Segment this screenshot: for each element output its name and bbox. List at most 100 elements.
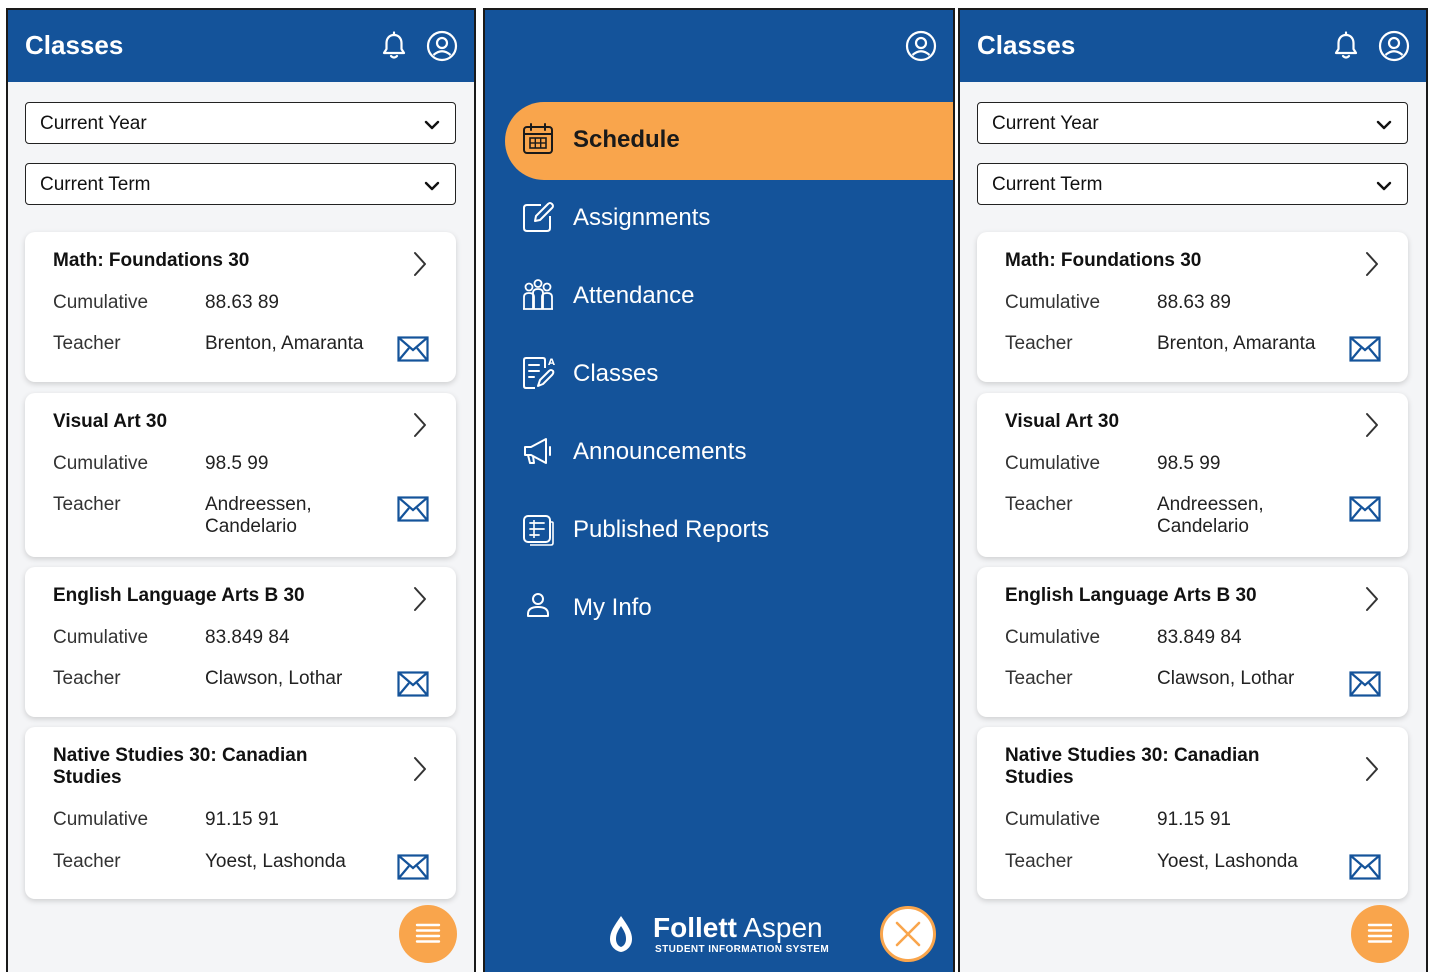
menu-item-attendance[interactable]: Attendance	[505, 258, 953, 336]
chevron-right-icon	[1362, 585, 1382, 613]
class-name: Math: Foundations 30	[1005, 250, 1202, 271]
app-header: Classes	[8, 10, 474, 82]
class-name: English Language Arts B 30	[1005, 585, 1257, 606]
cumulative-label: Cumulative	[53, 292, 149, 313]
menu-item-schedule[interactable]: Schedule	[505, 102, 953, 180]
year-select-value: Current Year	[992, 113, 1099, 134]
follett-logo-icon	[610, 916, 632, 952]
teacher-name: Clawson, Lothar	[1157, 668, 1295, 689]
teacher-label: Teacher	[53, 851, 121, 872]
cumulative-value: 91.15 91	[205, 809, 279, 830]
chevron-right-icon	[1362, 250, 1382, 278]
class-card[interactable]: English Language Arts B 30 Cumulative 83…	[977, 567, 1408, 717]
cumulative-value: 88.63 89	[1157, 292, 1231, 313]
teacher-label: Teacher	[53, 333, 121, 354]
edit-icon	[523, 202, 554, 232]
chevron-down-icon	[423, 116, 441, 134]
menu-item-label: Announcements	[573, 438, 747, 465]
brand-name: Follett Aspen	[653, 912, 823, 944]
cumulative-label: Cumulative	[1005, 809, 1101, 830]
bell-icon[interactable]	[1330, 30, 1362, 62]
class-card[interactable]: Math: Foundations 30 Cumulative 88.63 89…	[977, 232, 1408, 382]
teacher-label: Teacher	[53, 668, 121, 689]
cumulative-label: Cumulative	[53, 627, 149, 648]
teacher-name: Brenton, Amaranta	[205, 333, 364, 354]
class-name: Visual Art 30	[1005, 411, 1120, 432]
user-profile-icon[interactable]	[1378, 30, 1410, 62]
follett-aspen-logo: Follett Aspen STUDENT INFORMATION SYSTEM	[607, 910, 847, 960]
page-title: Classes	[977, 30, 1076, 60]
term-select-value: Current Term	[40, 174, 151, 195]
menu-item-label: Published Reports	[573, 516, 770, 543]
mail-icon[interactable]	[1349, 496, 1381, 522]
cumulative-value: 88.63 89	[205, 292, 279, 313]
app-header: Classes	[960, 10, 1426, 82]
class-card[interactable]: Visual Art 30 Cumulative 98.5 99 Teacher…	[25, 393, 456, 557]
mail-icon[interactable]	[1349, 854, 1381, 880]
brand-subtitle: STUDENT INFORMATION SYSTEM	[655, 944, 830, 955]
class-card[interactable]: English Language Arts B 30 Cumulative 83…	[25, 567, 456, 717]
cumulative-value: 98.5 99	[1157, 453, 1221, 474]
bell-icon[interactable]	[378, 30, 410, 62]
class-card[interactable]: Math: Foundations 30 Cumulative 88.63 89…	[25, 232, 456, 382]
classes-panel-left: Classes Current Year Current Term Math: …	[6, 8, 476, 972]
menu-item-assignments[interactable]: Assignments	[505, 180, 953, 258]
cumulative-label: Cumulative	[53, 809, 149, 830]
navigation-menu-panel: Schedule Assignments Attendance A Classe…	[483, 8, 955, 972]
year-select[interactable]: Current Year	[25, 102, 456, 144]
cumulative-value: 91.15 91	[1157, 809, 1231, 830]
teacher-label: Teacher	[1005, 851, 1073, 872]
classes-panel-right: Classes Current Year Current Term Math: …	[958, 8, 1428, 972]
mail-icon[interactable]	[397, 671, 429, 697]
calendar-icon	[523, 123, 553, 154]
menu-item-label: Schedule	[573, 126, 680, 153]
menu-item-classes[interactable]: A Classes	[505, 336, 953, 414]
cumulative-value: 83.849 84	[1157, 627, 1242, 648]
year-select-value: Current Year	[40, 113, 147, 134]
mail-icon[interactable]	[397, 336, 429, 362]
mail-icon[interactable]	[1349, 336, 1381, 362]
class-name: English Language Arts B 30	[53, 585, 305, 606]
menu-item-published-reports[interactable]: Published Reports	[505, 492, 953, 570]
class-name: Native Studies 30: Canadian Studies	[1005, 745, 1260, 788]
chevron-right-icon	[410, 585, 430, 613]
teacher-label: Teacher	[1005, 333, 1073, 354]
teacher-name: Yoest, Lashonda	[1157, 851, 1298, 872]
mail-icon[interactable]	[397, 854, 429, 880]
cumulative-label: Cumulative	[1005, 627, 1101, 648]
chevron-down-icon	[423, 177, 441, 195]
teacher-name: Andreessen, Candelario	[1157, 494, 1264, 537]
class-card[interactable]: Native Studies 30: Canadian Studies Cumu…	[25, 727, 456, 899]
close-menu-button[interactable]	[880, 906, 936, 962]
menu-item-my-info[interactable]: My Info	[505, 570, 953, 648]
teacher-name: Brenton, Amaranta	[1157, 333, 1316, 354]
cumulative-label: Cumulative	[1005, 453, 1101, 474]
menu-item-label: My Info	[573, 594, 652, 621]
term-select[interactable]: Current Term	[977, 163, 1408, 205]
class-card[interactable]: Visual Art 30 Cumulative 98.5 99 Teacher…	[977, 393, 1408, 557]
teacher-name: Clawson, Lothar	[205, 668, 343, 689]
mail-icon[interactable]	[1349, 671, 1381, 697]
menu-item-label: Attendance	[573, 282, 695, 309]
cumulative-label: Cumulative	[53, 453, 149, 474]
list-menu-icon	[1366, 920, 1394, 948]
term-select[interactable]: Current Term	[25, 163, 456, 205]
user-profile-icon[interactable]	[905, 30, 937, 62]
class-document-icon: A	[523, 357, 555, 389]
chevron-right-icon	[410, 755, 430, 783]
chevron-right-icon	[1362, 411, 1382, 439]
menu-item-label: Assignments	[573, 204, 711, 231]
cumulative-value: 98.5 99	[205, 453, 269, 474]
class-name: Math: Foundations 30	[53, 250, 250, 271]
menu-fab-button[interactable]	[1351, 905, 1409, 963]
mail-icon[interactable]	[397, 496, 429, 522]
page-title: Classes	[25, 30, 124, 60]
brand-name-bold: Follett	[653, 912, 737, 943]
menu-fab-button[interactable]	[399, 905, 457, 963]
class-card[interactable]: Native Studies 30: Canadian Studies Cumu…	[977, 727, 1408, 899]
teacher-name: Andreessen, Candelario	[205, 494, 312, 537]
close-icon	[895, 921, 921, 947]
user-profile-icon[interactable]	[426, 30, 458, 62]
year-select[interactable]: Current Year	[977, 102, 1408, 144]
menu-item-announcements[interactable]: Announcements	[505, 414, 953, 492]
